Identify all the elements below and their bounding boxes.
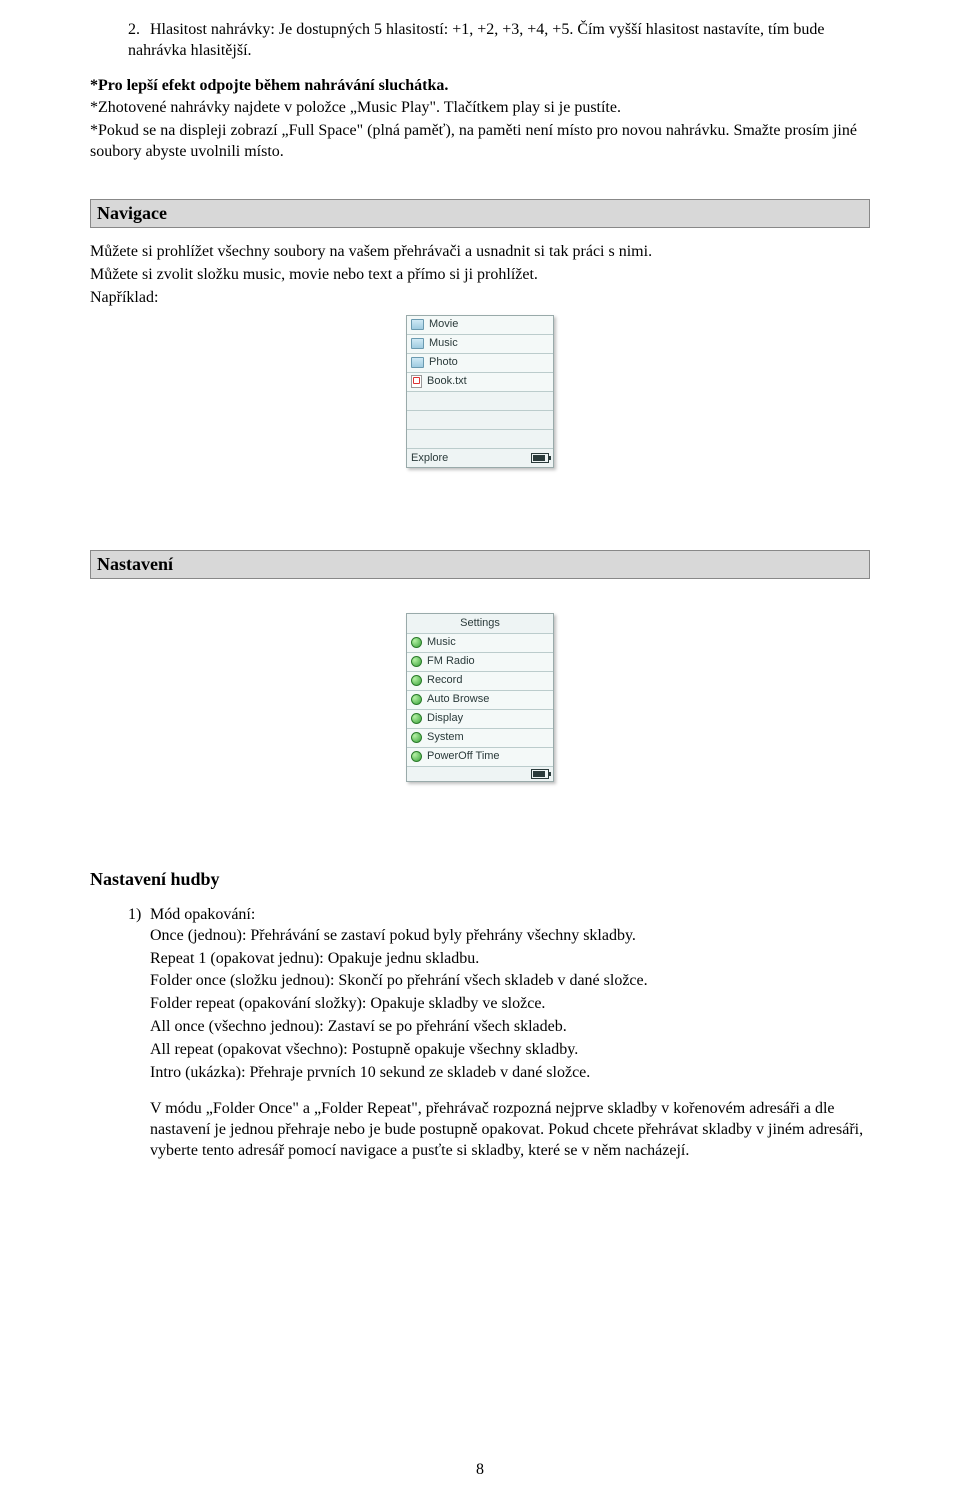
note-bold: *Pro lepší efekt odpojte během nahrávání… — [90, 76, 870, 97]
device-row: Photo — [407, 354, 553, 373]
dot-icon — [411, 675, 422, 686]
mode-list: Once (jednou): Přehrávání se zastaví pok… — [150, 926, 870, 1162]
navigace-p1: Můžete si prohlížet všechny soubory na v… — [90, 242, 870, 263]
folder-mode-note: V módu „Folder Once" a „Folder Repeat", … — [150, 1099, 870, 1161]
navigace-p2: Můžete si zvolit složku music, movie neb… — [90, 265, 870, 286]
item-number: 1) — [128, 905, 150, 926]
dot-icon — [411, 656, 422, 667]
mode-line: Folder repeat (opakování složky): Opakuj… — [150, 994, 870, 1015]
settings-screenshot: Settings Music FM Radio Record Auto Brow… — [406, 613, 554, 781]
row-label: Auto Browse — [427, 692, 489, 706]
device-row: System — [407, 729, 553, 748]
row-label: FM Radio — [427, 654, 475, 668]
row-label: Photo — [429, 355, 458, 369]
device-row: Music — [407, 335, 553, 354]
row-label: System — [427, 730, 464, 744]
note-2: *Zhotovené nahrávky najdete v položce „M… — [90, 98, 870, 119]
device-row: Display — [407, 710, 553, 729]
dot-icon — [411, 713, 422, 724]
device-row: Music — [407, 634, 553, 653]
page-number: 8 — [0, 1460, 960, 1481]
footer-label: Explore — [411, 451, 448, 465]
device-row-empty — [407, 411, 553, 430]
battery-icon — [531, 769, 549, 779]
dot-icon — [411, 694, 422, 705]
folder-icon — [411, 338, 424, 349]
folder-icon — [411, 319, 424, 330]
item-text: Hlasitost nahrávky: Je dostupných 5 hlas… — [128, 21, 824, 59]
numbered-item-2: 2.Hlasitost nahrávky: Je dostupných 5 hl… — [128, 20, 870, 62]
device-row-empty — [407, 392, 553, 411]
row-label: Book.txt — [427, 374, 467, 388]
mode-line: Folder once (složku jednou): Skončí po p… — [150, 971, 870, 992]
row-label: PowerOff Time — [427, 749, 500, 763]
section-navigace-heading: Navigace — [90, 199, 870, 228]
dot-icon — [411, 637, 422, 648]
dot-icon — [411, 732, 422, 743]
device-row: FM Radio — [407, 653, 553, 672]
battery-icon — [531, 453, 549, 463]
page: 2.Hlasitost nahrávky: Je dostupných 5 hl… — [0, 0, 960, 1503]
mode-line: Intro (ukázka): Přehraje prvních 10 seku… — [150, 1063, 870, 1084]
section-nastaveni-heading: Nastavení — [90, 550, 870, 579]
subheading-hudby: Nastavení hudby — [90, 868, 870, 891]
row-label: Display — [427, 711, 463, 725]
device-footer: Explore — [407, 449, 553, 467]
folder-icon — [411, 357, 424, 368]
device-row: Record — [407, 672, 553, 691]
mode-line: Once (jednou): Přehrávání se zastaví pok… — [150, 926, 870, 947]
row-label: Music — [427, 635, 456, 649]
device-row: Auto Browse — [407, 691, 553, 710]
device-row: Book.txt — [407, 373, 553, 392]
row-label: Music — [429, 336, 458, 350]
mode-line: All once (všechno jednou): Zastaví se po… — [150, 1017, 870, 1038]
file-icon — [411, 375, 422, 388]
device-row: Movie — [407, 316, 553, 335]
row-label: Record — [427, 673, 462, 687]
mode-line: Repeat 1 (opakovat jednu): Opakuje jednu… — [150, 949, 870, 970]
note-3: *Pokud se na displeji zobrazí „Full Spac… — [90, 121, 870, 163]
item-number: 2. — [128, 20, 150, 41]
explore-screenshot: Movie Music Photo Book.txt Explore — [406, 315, 554, 468]
item-label: Mód opakování: — [150, 906, 255, 923]
device-footer — [407, 767, 553, 781]
navigace-p3: Například: — [90, 288, 870, 309]
device-title: Settings — [407, 614, 553, 633]
device-row: PowerOff Time — [407, 748, 553, 767]
row-label: Movie — [429, 317, 458, 331]
device-row-empty — [407, 430, 553, 449]
numbered-item-1: 1)Mód opakování: Once (jednou): Přehrává… — [128, 905, 870, 1162]
mode-line: All repeat (opakovat všechno): Postupně … — [150, 1040, 870, 1061]
dot-icon — [411, 751, 422, 762]
